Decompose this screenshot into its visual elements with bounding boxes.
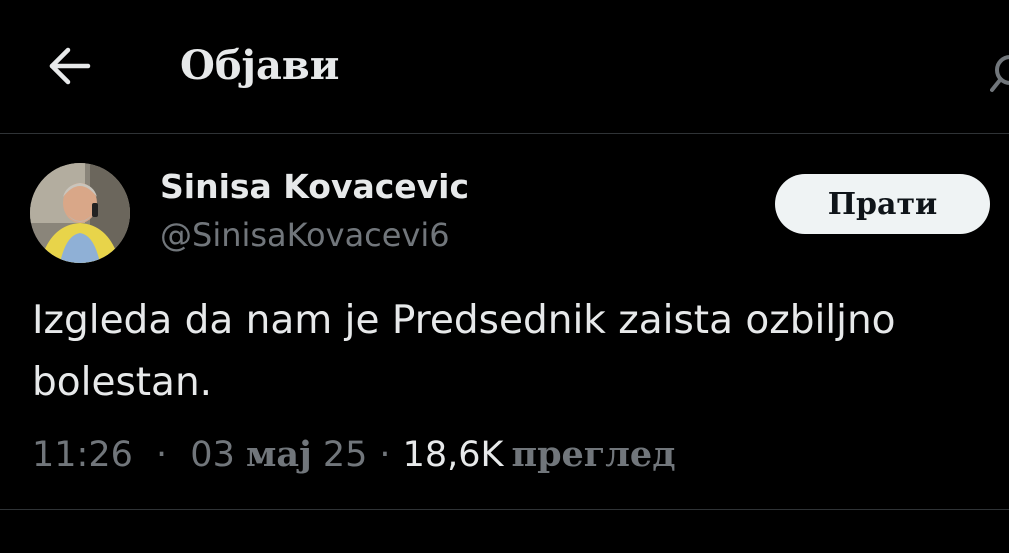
- user-avatar-icon: [30, 163, 130, 263]
- back-button[interactable]: [46, 44, 94, 88]
- tweet-text: Izgleda da nam je Predsednik zaista ozbi…: [32, 298, 896, 405]
- avatar[interactable]: [30, 163, 130, 263]
- arrow-left-icon: [49, 47, 91, 85]
- search-button[interactable]: [990, 52, 1009, 96]
- follow-button[interactable]: Прати: [775, 174, 990, 234]
- views-label: преглед: [511, 434, 676, 475]
- tweet-date-year: 25: [322, 435, 368, 475]
- page-title: Објави: [180, 42, 340, 89]
- meta-divider: [0, 509, 1009, 510]
- top-bar: Објави: [0, 0, 1009, 133]
- tweet-time: 11:26: [32, 435, 133, 475]
- search-icon: [990, 55, 1009, 92]
- tweet-meta: 11:26 · 03 мај 25 · 18,6K преглед: [32, 430, 676, 480]
- meta-separator: ·: [156, 435, 168, 475]
- views-count: 18,6K: [402, 435, 504, 475]
- header-divider: [0, 133, 1009, 134]
- tweet-date-month: мај: [245, 434, 312, 475]
- tweet-date-day: 03: [190, 435, 235, 475]
- user-handle[interactable]: @SinisaKovacevi6: [160, 214, 450, 256]
- display-name[interactable]: Sinisa Kovacevic: [160, 166, 469, 208]
- tweet-timestamp[interactable]: 11:26 · 03 мај 25: [32, 430, 367, 480]
- meta-separator: ·: [379, 435, 391, 475]
